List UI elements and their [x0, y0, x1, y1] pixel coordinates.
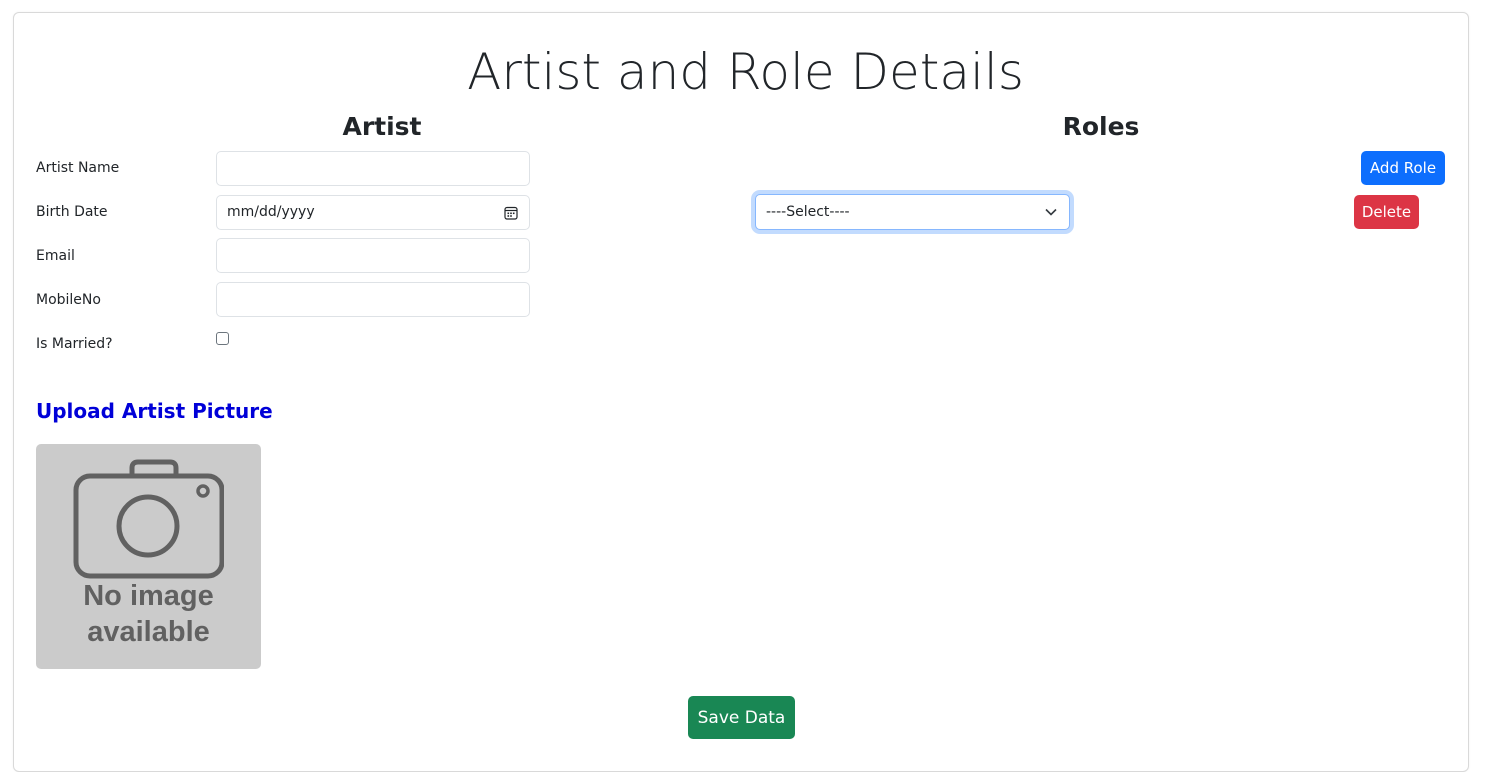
save-data-button[interactable]: Save Data	[688, 696, 795, 739]
page-title: Artist and Role Details	[467, 43, 1024, 101]
upload-picture-heading[interactable]: Upload Artist Picture	[36, 396, 273, 426]
married-label: Is Married?	[36, 336, 113, 352]
roles-heading: Roles	[1062, 112, 1140, 141]
artist-name-input[interactable]	[216, 151, 530, 186]
email-label: Email	[36, 248, 75, 264]
add-role-button[interactable]: Add Role	[1361, 151, 1445, 185]
role-select-value: ----Select----	[766, 204, 850, 220]
no-image-text: No image	[83, 580, 214, 612]
birth-date-input[interactable]: mm/dd/yyyy	[216, 195, 530, 230]
camera-icon	[72, 458, 225, 580]
married-checkbox[interactable]	[216, 332, 229, 345]
chevron-down-icon	[1043, 204, 1059, 220]
email-input[interactable]	[216, 238, 530, 273]
artist-picture-placeholder[interactable]: No image available	[36, 444, 261, 669]
birth-date-label: Birth Date	[36, 204, 108, 220]
artist-heading: Artist	[342, 112, 422, 141]
mobile-input[interactable]	[216, 282, 530, 317]
birth-date-placeholder: mm/dd/yyyy	[227, 204, 315, 220]
delete-role-button[interactable]: Delete	[1354, 195, 1419, 229]
mobile-label: MobileNo	[36, 292, 101, 308]
available-text: available	[87, 616, 210, 648]
calendar-icon[interactable]	[503, 205, 519, 221]
artist-name-label: Artist Name	[36, 160, 120, 176]
role-select[interactable]: ----Select----	[755, 194, 1070, 230]
